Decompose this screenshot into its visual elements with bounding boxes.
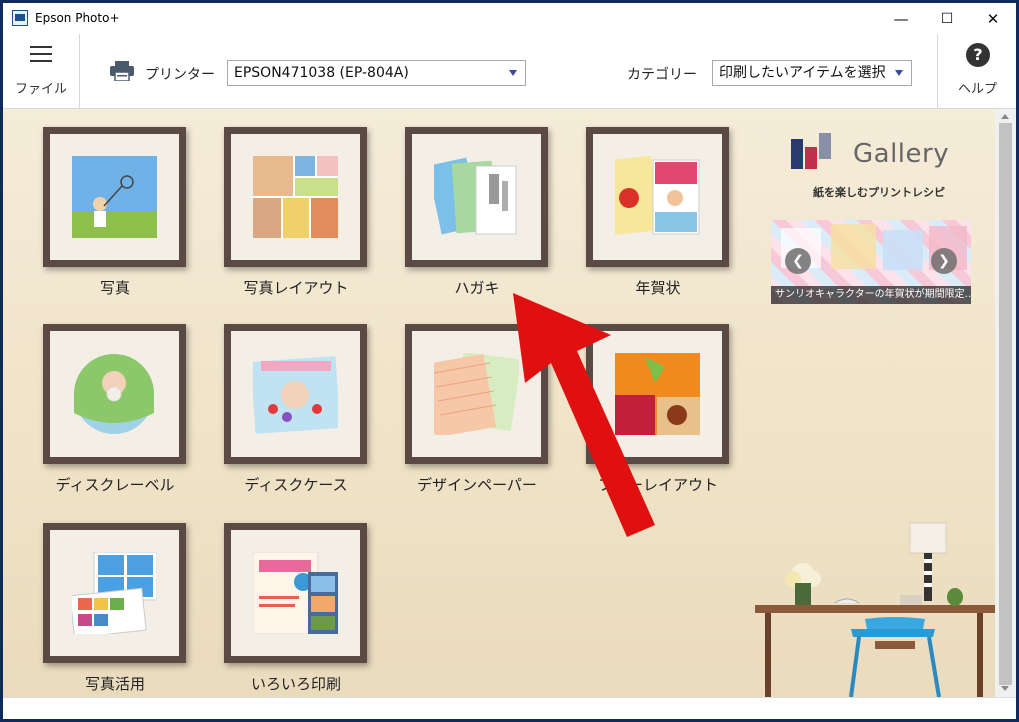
gallery-subtitle: 紙を楽しむプリントレシピ <box>813 186 945 199</box>
hamburger-menu-icon <box>30 46 52 62</box>
scroll-thumb[interactable] <box>999 123 1012 685</box>
banner-next-button[interactable]: ❯ <box>931 248 957 274</box>
desk-decoration <box>755 522 995 697</box>
category-label: カテゴリー <box>627 67 697 83</box>
printer-label: プリンター <box>145 67 215 83</box>
title-bar: Epson Photo+ — ☐ ✕ <box>3 3 1016 34</box>
gallery-title[interactable]: Gallery <box>853 139 949 169</box>
disc-label-icon <box>74 354 154 434</box>
printer-icon <box>110 61 134 81</box>
chevron-down-icon <box>895 70 903 76</box>
picture-frame <box>224 523 367 663</box>
help-button[interactable]: ? ヘルプ <box>937 34 1016 108</box>
new-year-card-icon <box>615 156 700 236</box>
file-menu-button[interactable]: ファイル <box>3 34 80 108</box>
category-select[interactable]: 印刷したいアイテムを選択 <box>712 60 912 86</box>
app-window: Epson Photo+ — ☐ ✕ ファイル プリンター EPSON47103… <box>3 3 1016 719</box>
window-title: Epson Photo+ <box>35 11 120 25</box>
tile-label: 写真活用 <box>84 675 145 693</box>
tile-disc-case[interactable]: ディスクケース <box>184 306 367 494</box>
scroll-down-icon[interactable] <box>1001 686 1009 691</box>
tile-disc-label[interactable]: ディスクレーベル <box>3 306 186 494</box>
picture-frame <box>43 324 186 464</box>
photo-use-icon <box>72 552 157 634</box>
tile-label: 写真 <box>99 279 130 297</box>
tile-label: 写真レイアウト <box>243 279 349 297</box>
tile-various-print[interactable]: いろいろ印刷 <box>184 505 367 693</box>
tile-label: ディスクケース <box>244 476 348 494</box>
various-print-icon <box>253 552 338 634</box>
maximize-button[interactable]: ☐ <box>924 3 970 34</box>
vertical-scrollbar[interactable] <box>995 109 1016 697</box>
chevron-down-icon <box>509 70 517 76</box>
picture-frame <box>43 523 186 663</box>
tile-new-year-card[interactable]: 年賀状 <box>546 109 729 297</box>
close-button[interactable]: ✕ <box>970 3 1016 34</box>
gallery-logo-icon <box>791 133 831 169</box>
tile-photo-use[interactable]: 写真活用 <box>3 505 186 693</box>
category-grid: 写真 写真レイアウト ハガキ 年賀状 ディスクレーベル ディスクケース デザイン… <box>3 109 995 697</box>
toolbar: ファイル プリンター EPSON471038 (EP-804A) カテゴリー 印… <box>3 34 1016 109</box>
printer-select-value: EPSON471038 (EP-804A) <box>234 65 409 81</box>
scroll-up-icon[interactable] <box>1001 114 1009 119</box>
picture-frame <box>43 127 186 267</box>
tile-label: いろいろ印刷 <box>250 675 341 693</box>
picture-frame <box>405 127 548 267</box>
banner-caption: サンリオキャラクターの年賀状が期間限定… <box>771 286 971 304</box>
gallery-banner[interactable]: ❮ ❯ サンリオキャラクターの年賀状が期間限定… <box>771 220 971 304</box>
picture-frame <box>224 324 367 464</box>
picture-frame <box>224 127 367 267</box>
tile-postcard[interactable]: ハガキ <box>365 109 548 297</box>
annotation-arrow-icon <box>513 293 655 537</box>
photo-layout-icon <box>253 156 338 238</box>
banner-prev-button[interactable]: ❮ <box>785 248 811 274</box>
category-select-value: 印刷したいアイテムを選択 <box>719 65 886 81</box>
app-icon <box>12 10 28 26</box>
help-label: ヘルプ <box>957 82 997 97</box>
photo-icon <box>72 156 157 238</box>
postcard-icon <box>434 157 517 235</box>
tile-photo-layout[interactable]: 写真レイアウト <box>184 109 367 297</box>
disc-case-icon <box>253 356 338 434</box>
help-icon: ? <box>966 43 990 67</box>
minimize-button[interactable]: — <box>878 3 924 34</box>
printer-select[interactable]: EPSON471038 (EP-804A) <box>227 60 526 86</box>
status-bar <box>3 697 1016 719</box>
tile-label: ディスクレーベル <box>55 476 175 494</box>
file-label: ファイル <box>14 82 67 97</box>
tile-photo[interactable]: 写真 <box>3 109 186 297</box>
picture-frame <box>586 127 729 267</box>
